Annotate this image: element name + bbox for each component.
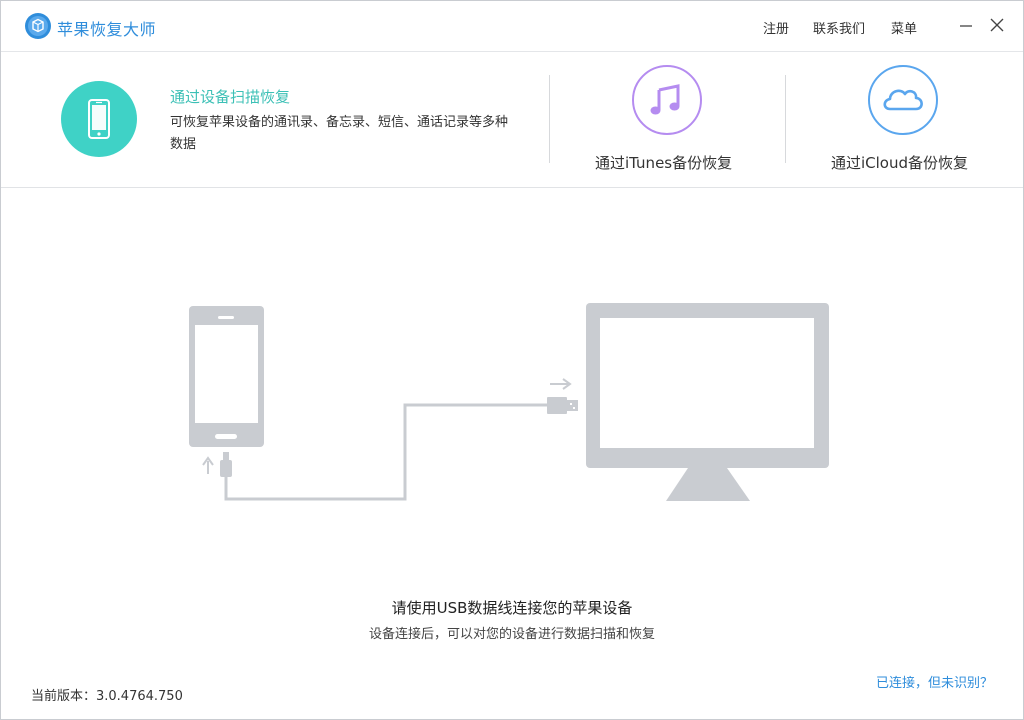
device-scan-description: 可恢复苹果设备的通讯录、备忘录、短信、通话记录等多种数据 [170, 115, 509, 152]
monitor-illustration [586, 303, 829, 501]
register-link[interactable]: 注册 [763, 18, 789, 37]
contact-us-link[interactable]: 联系我们 [813, 18, 865, 37]
menu-button[interactable]: 菜单 [891, 18, 917, 37]
usb-cable-illustration [224, 403, 547, 501]
device-scan-circle[interactable] [61, 81, 137, 157]
phone-illustration [189, 306, 264, 447]
connect-hint-subtitle: 设备连接后，可以对您的设备进行数据扫描和恢复 [368, 627, 655, 642]
title-bar[interactable]: 苹果恢复大师 注册 联系我们 菜单 [1, 1, 1023, 52]
close-icon[interactable] [987, 15, 1007, 35]
connect-hint-title: 请使用USB数据线连接您的苹果设备 [391, 599, 633, 617]
itunes-circle[interactable] [632, 65, 702, 135]
cloud-icon [883, 89, 923, 111]
itunes-backup-label[interactable]: 通过iTunes备份恢复 [595, 152, 732, 173]
version-label: 当前版本：3.0.4764.750 [31, 689, 183, 704]
mode-divider [785, 75, 786, 163]
recovery-mode-panel: 通过设备扫描恢复 可恢复苹果设备的通讯录、备忘录、短信、通话记录等多种数据 通过… [1, 52, 1023, 188]
icloud-backup-label[interactable]: 通过iCloud备份恢复 [831, 152, 968, 173]
usb-connection-illustration [189, 303, 829, 501]
mode-divider [549, 75, 550, 163]
app-title: 苹果恢复大师 [57, 20, 157, 39]
icloud-circle[interactable] [868, 65, 938, 135]
connected-not-recognized-link[interactable]: 已连接，但未识别？ [876, 672, 993, 691]
upload-arrow-icon [202, 456, 214, 474]
phone-icon [88, 99, 110, 139]
usb-plug-illustration [547, 397, 578, 414]
app-window: 苹果恢复大师 注册 联系我们 菜单 通过设备扫描恢复 可恢复苹果设备的通讯录、备… [0, 0, 1024, 720]
music-note-icon [650, 84, 680, 115]
device-scan-title[interactable]: 通过设备扫描恢复 [170, 86, 290, 107]
app-logo-icon [25, 13, 51, 39]
lightning-plug-illustration [220, 452, 232, 477]
minimize-icon[interactable] [956, 15, 976, 35]
arrow-right-icon [550, 378, 572, 390]
